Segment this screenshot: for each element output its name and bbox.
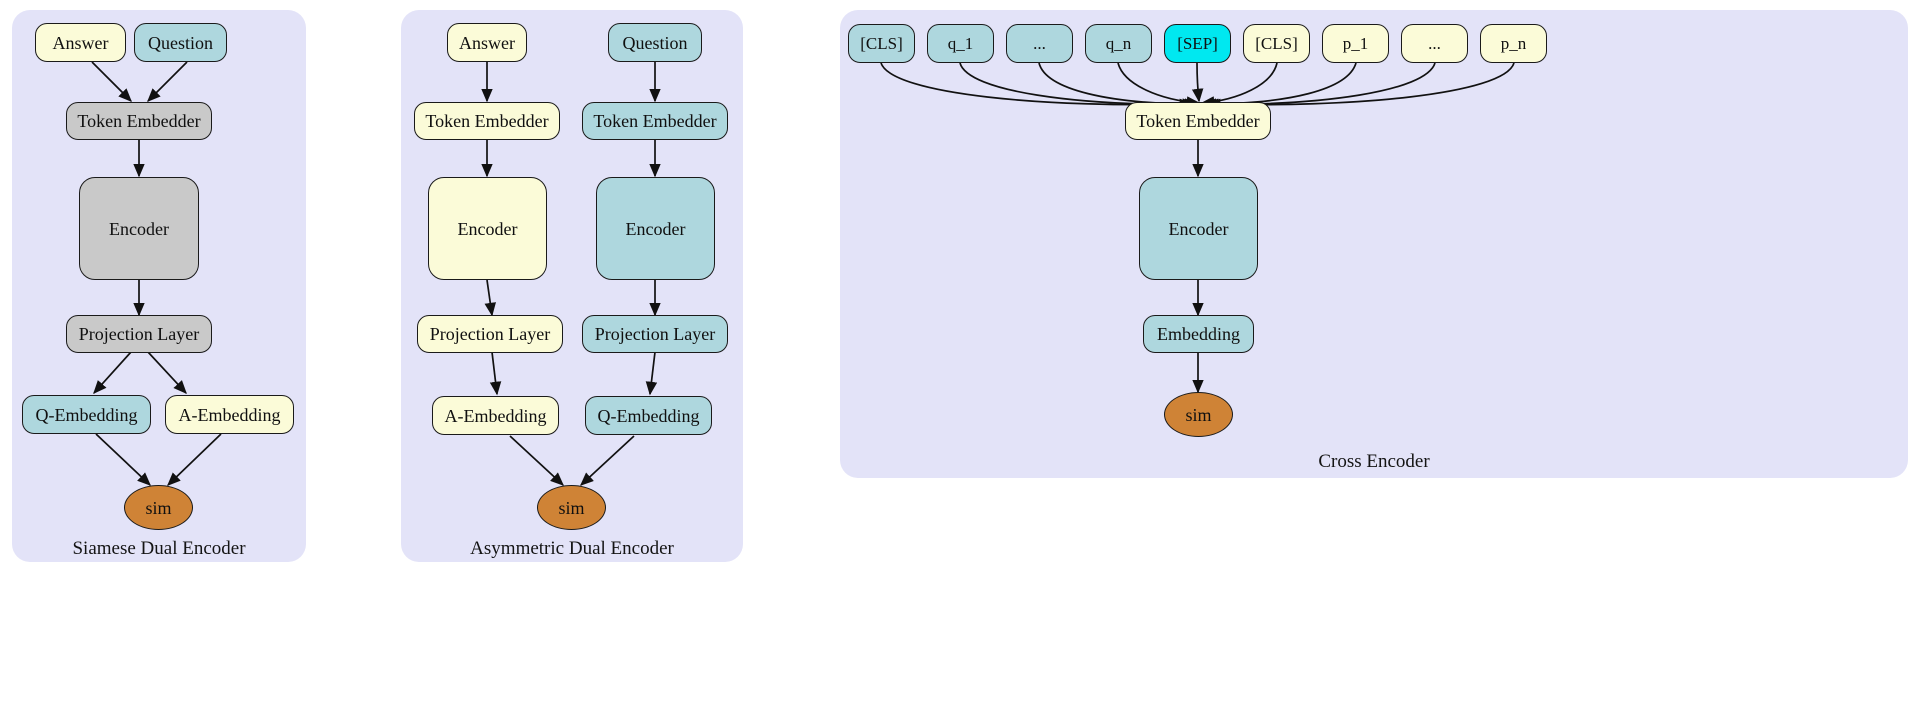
token-q-n[interactable]: q_n: [1085, 24, 1152, 63]
node-cross-embedding[interactable]: Embedding: [1143, 315, 1254, 353]
caption-asymmetric-dual-encoder: Asymmetric Dual Encoder: [470, 538, 674, 559]
node-asym-answer[interactable]: Answer: [447, 23, 527, 62]
token-label: [SEP]: [1177, 34, 1218, 53]
token-q-1[interactable]: q_1: [927, 24, 994, 63]
node-label: Q-Embedding: [597, 405, 700, 426]
node-siamese-q-embedding[interactable]: Q-Embedding: [22, 395, 151, 434]
node-asym-question[interactable]: Question: [608, 23, 702, 62]
node-label: Q-Embedding: [35, 404, 138, 425]
node-label: sim: [558, 497, 585, 518]
node-siamese-projection-layer[interactable]: Projection Layer: [66, 315, 212, 353]
token-label: q_1: [947, 34, 974, 53]
node-label: sim: [1185, 404, 1212, 425]
node-label: Question: [148, 32, 213, 53]
node-siamese-a-embedding[interactable]: A-Embedding: [165, 395, 294, 434]
node-asym-projection-layer-answer[interactable]: Projection Layer: [417, 315, 563, 353]
node-asym-q-embedding[interactable]: Q-Embedding: [585, 396, 712, 435]
node-asym-token-embedder-question[interactable]: Token Embedder: [582, 102, 728, 140]
node-asym-encoder-answer[interactable]: Encoder: [428, 177, 547, 280]
node-cross-sim[interactable]: sim: [1164, 392, 1233, 437]
node-siamese-token-embedder[interactable]: Token Embedder: [66, 102, 212, 140]
node-label: Question: [622, 32, 688, 53]
token-p-n[interactable]: p_n: [1480, 24, 1547, 63]
node-siamese-question[interactable]: Question: [134, 23, 227, 62]
node-label: Answer: [52, 32, 109, 53]
node-asym-token-embedder-answer[interactable]: Token Embedder: [414, 102, 560, 140]
node-cross-token-embedder[interactable]: Token Embedder: [1125, 102, 1271, 140]
caption-siamese-dual-encoder: Siamese Dual Encoder: [72, 538, 246, 559]
token-sep[interactable]: [SEP]: [1164, 24, 1231, 63]
node-asym-a-embedding[interactable]: A-Embedding: [432, 396, 559, 435]
token-p-ellipsis[interactable]: ...: [1401, 24, 1468, 63]
token-label: [CLS]: [1255, 34, 1298, 53]
caption-cross-encoder: Cross Encoder: [1318, 451, 1430, 472]
node-label: Answer: [459, 32, 515, 53]
panel-cross-encoder: [840, 10, 1908, 478]
node-label: Projection Layer: [594, 324, 716, 344]
node-cross-encoder[interactable]: Encoder: [1139, 177, 1258, 280]
node-label: Token Embedder: [425, 111, 549, 131]
node-label: Embedding: [1157, 324, 1240, 344]
token-label: p_1: [1342, 34, 1369, 53]
node-label: Token Embedder: [77, 111, 201, 131]
token-p-1[interactable]: p_1: [1322, 24, 1389, 63]
node-label: Encoder: [1168, 218, 1229, 239]
token-label: p_n: [1500, 34, 1527, 53]
node-asym-projection-layer-question[interactable]: Projection Layer: [582, 315, 728, 353]
token-label: ...: [1428, 34, 1441, 53]
node-siamese-encoder[interactable]: Encoder: [79, 177, 199, 280]
diagram-canvas: Answer Question Token Embedder Encoder P…: [0, 0, 1920, 707]
panel-asymmetric-dual-encoder: [401, 10, 743, 562]
node-label: Token Embedder: [593, 111, 717, 131]
token-cls-query[interactable]: [CLS]: [848, 24, 915, 63]
node-label: Encoder: [109, 218, 169, 239]
node-siamese-answer[interactable]: Answer: [35, 23, 126, 62]
token-q-ellipsis[interactable]: ...: [1006, 24, 1073, 63]
node-label: A-Embedding: [178, 404, 281, 425]
node-siamese-sim[interactable]: sim: [124, 485, 193, 530]
token-label: q_n: [1105, 34, 1132, 53]
node-label: Projection Layer: [78, 324, 200, 344]
node-label: sim: [145, 497, 172, 518]
node-label: Encoder: [625, 218, 686, 239]
token-cls-passage[interactable]: [CLS]: [1243, 24, 1310, 63]
node-asym-sim[interactable]: sim: [537, 485, 606, 530]
node-label: Token Embedder: [1136, 111, 1260, 131]
node-label: A-Embedding: [444, 405, 547, 426]
token-label: [CLS]: [860, 34, 903, 53]
token-label: ...: [1033, 34, 1046, 53]
panel-siamese-dual-encoder: [12, 10, 306, 562]
node-asym-encoder-question[interactable]: Encoder: [596, 177, 715, 280]
node-label: Encoder: [457, 218, 518, 239]
node-label: Projection Layer: [429, 324, 551, 344]
